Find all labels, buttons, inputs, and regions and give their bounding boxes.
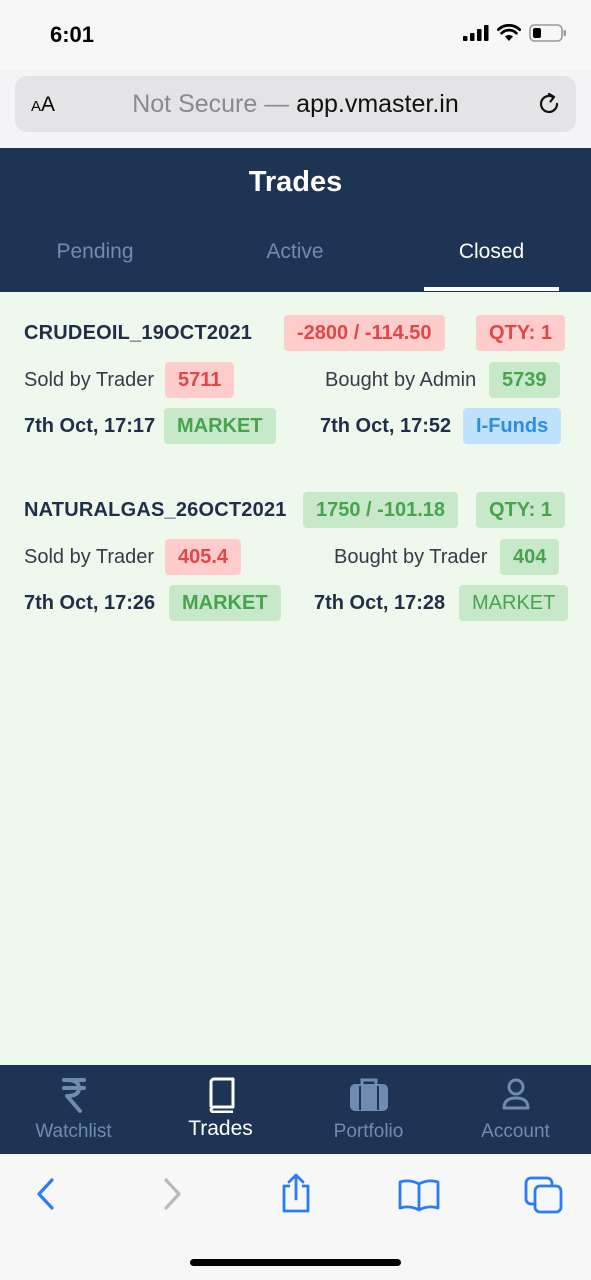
buy-time: 7th Oct, 17:52	[320, 415, 452, 437]
sell-time: 7th Oct, 17:17	[24, 415, 156, 437]
battery-icon	[529, 24, 566, 42]
reload-icon[interactable]	[536, 91, 562, 117]
page-title: Trades	[248, 166, 343, 198]
nav-label: Portfolio	[333, 1121, 404, 1142]
trade-price-row: Sold by Trader 5711 Bought by Admin 5739	[0, 362, 591, 400]
pnl-badge: -2800 / -114.50	[284, 315, 445, 351]
url-domain: app.vmaster.in	[296, 90, 459, 118]
nav-label: Watchlist	[35, 1121, 112, 1142]
buy-price-badge: 404	[500, 539, 560, 575]
back-icon[interactable]	[34, 1176, 58, 1212]
status-icons	[463, 24, 567, 42]
sell-time: 7th Oct, 17:26	[24, 592, 156, 614]
qty-badge: QTY: 1	[476, 315, 565, 351]
nav-portfolio[interactable]: Portfolio	[295, 1065, 442, 1154]
buy-time: 7th Oct, 17:28	[314, 592, 446, 614]
person-icon	[502, 1078, 529, 1110]
nav-trades[interactable]: Trades	[147, 1065, 294, 1154]
not-secure-label: Not Secure —	[132, 90, 297, 118]
buy-type-badge: MARKET	[459, 585, 569, 621]
app-header: Trades Pending Active Closed	[0, 148, 591, 292]
tab-closed[interactable]: Closed	[424, 240, 559, 264]
pnl-badge: 1750 / -101.18	[303, 492, 458, 528]
bottom-nav: Watchlist Trades Portfolio Account	[0, 1065, 591, 1154]
rupee-icon	[61, 1078, 86, 1113]
active-tab-indicator	[424, 287, 559, 291]
address-bar[interactable]: AA Not Secure — app.vmaster.in	[15, 76, 576, 132]
sell-type-badge: MARKET	[169, 585, 281, 621]
qty-badge: QTY: 1	[476, 492, 565, 528]
status-bar: 6:01	[0, 0, 591, 70]
trade-header-row: CRUDEOIL_19OCT2021 -2800 / -114.50 QTY: …	[0, 315, 591, 353]
nav-label: Trades	[188, 1117, 253, 1140]
trade-symbol: NATURALGAS_26OCT2021	[24, 499, 287, 521]
trade-time-row: 7th Oct, 17:17 MARKET 7th Oct, 17:52 I-F…	[0, 408, 591, 446]
sell-price-badge: 5711	[165, 362, 235, 398]
url-text[interactable]: Not Secure — app.vmaster.in	[15, 90, 576, 119]
wifi-icon	[497, 24, 521, 41]
tabs-icon[interactable]	[524, 1176, 564, 1214]
sell-type-badge: MARKET	[164, 408, 276, 444]
nav-watchlist[interactable]: Watchlist	[0, 1065, 147, 1154]
cellular-signal-icon	[463, 25, 489, 41]
trades-list: CRUDEOIL_19OCT2021 -2800 / -114.50 QTY: …	[0, 292, 591, 1065]
status-time: 6:01	[50, 22, 95, 47]
trade-header-row: NATURALGAS_26OCT2021 1750 / -101.18 QTY:…	[0, 492, 591, 530]
sell-price-badge: 405.4	[165, 539, 242, 575]
nav-account[interactable]: Account	[442, 1065, 589, 1154]
nav-label: Account	[481, 1121, 550, 1142]
tab-active[interactable]: Active	[220, 240, 370, 264]
trade-price-row: Sold by Trader 405.4 Bought by Trader 40…	[0, 539, 591, 577]
trade-time-row: 7th Oct, 17:26 MARKET 7th Oct, 17:28 MAR…	[0, 585, 591, 623]
buy-label: Bought by Admin	[325, 369, 477, 391]
buy-type-badge: I-Funds	[463, 408, 562, 444]
buy-label: Bought by Trader	[334, 546, 488, 568]
briefcase-icon	[349, 1078, 388, 1111]
sell-label: Sold by Trader	[24, 546, 155, 568]
trade-symbol: CRUDEOIL_19OCT2021	[24, 322, 253, 344]
forward-icon[interactable]	[160, 1176, 184, 1212]
sell-label: Sold by Trader	[24, 369, 155, 391]
tab-pending[interactable]: Pending	[20, 240, 170, 264]
buy-price-badge: 5739	[489, 362, 560, 398]
book-icon	[209, 1077, 234, 1113]
bookmarks-icon[interactable]	[398, 1178, 440, 1212]
home-indicator	[190, 1259, 401, 1266]
share-icon[interactable]	[279, 1172, 313, 1214]
